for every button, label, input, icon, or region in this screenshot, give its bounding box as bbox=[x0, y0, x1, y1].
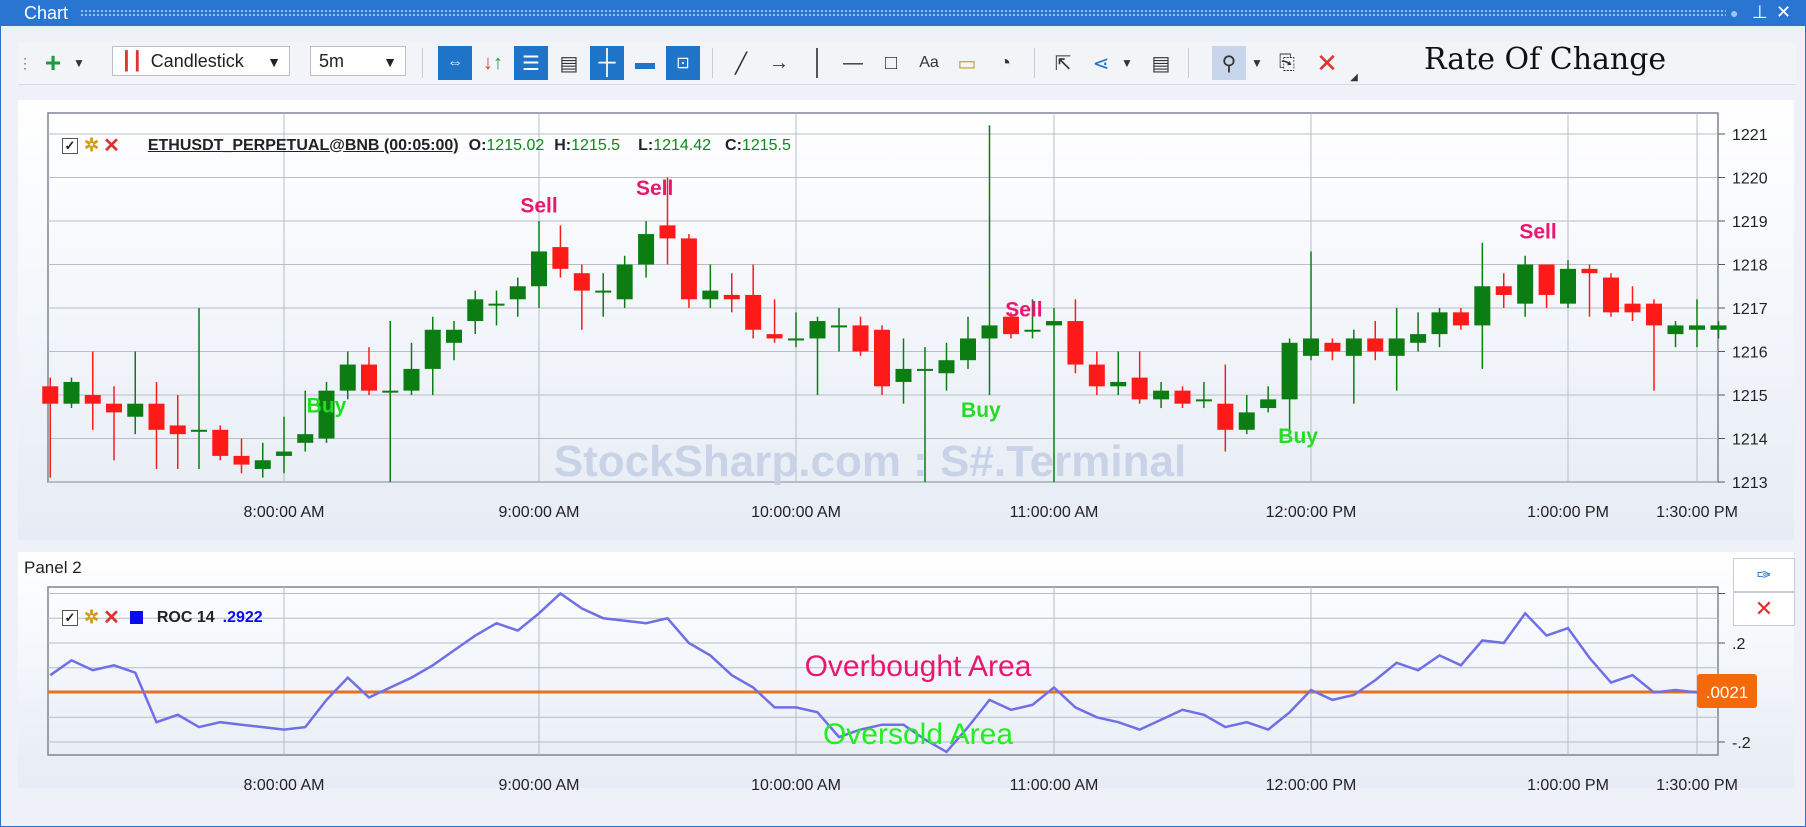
gear-icon[interactable]: ✲ bbox=[84, 607, 99, 628]
roc-legend: ✓ ✲ ✕ ROC 14 .2922 bbox=[62, 605, 263, 630]
roc-visible-checkbox[interactable]: ✓ bbox=[62, 609, 78, 626]
roc-name[interactable]: ROC 14 bbox=[157, 609, 215, 627]
roc-x-tick-label: 9:00:00 AM bbox=[499, 777, 580, 794]
current-value-text: .0021 bbox=[1706, 683, 1749, 702]
pin-panel-icon[interactable]: ✑ bbox=[1733, 558, 1795, 592]
color-swatch-icon[interactable] bbox=[129, 611, 143, 624]
roc-chart[interactable]: .4.2-.28:00:00 AM9:00:00 AM10:00:00 AM11… bbox=[0, 0, 1806, 800]
roc-value: .2922 bbox=[222, 608, 263, 626]
roc-x-tick-label: 1:30:00 PM bbox=[1656, 777, 1738, 794]
roc-x-tick-label: 1:00:00 PM bbox=[1527, 777, 1609, 794]
roc-x-tick-label: 8:00:00 AM bbox=[244, 777, 325, 794]
roc-y-tick-label: .2 bbox=[1732, 636, 1745, 653]
close-icon[interactable]: ✕ bbox=[103, 605, 120, 630]
roc-x-tick-label: 12:00:00 PM bbox=[1266, 777, 1357, 794]
close-panel-icon[interactable]: ✕ bbox=[1733, 592, 1795, 626]
panel-side-buttons: ✑ ✕ bbox=[1733, 558, 1795, 628]
roc-x-tick-label: 11:00:00 AM bbox=[1010, 777, 1099, 794]
oversold-label: Oversold Area bbox=[823, 718, 1013, 751]
overbought-label: Overbought Area bbox=[805, 650, 1032, 683]
roc-y-tick-label: -.2 bbox=[1732, 735, 1751, 752]
roc-x-tick-label: 10:00:00 AM bbox=[751, 777, 841, 794]
